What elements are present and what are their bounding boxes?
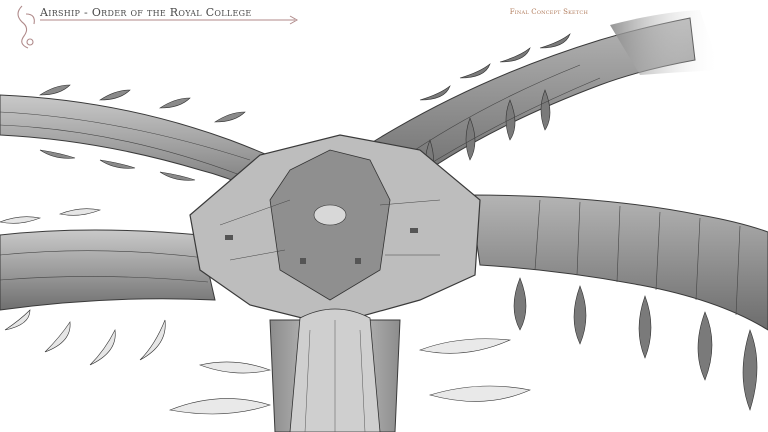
airship-illustration (0, 5, 768, 432)
flourish-ornament-icon (17, 5, 35, 49)
lower-fuselage (168, 308, 531, 432)
page-title: Airship - Order of the Royal College (40, 6, 252, 19)
right-arm (469, 194, 768, 411)
page-subtitle: Final Concept Sketch (509, 8, 588, 16)
lower-left-arm (0, 208, 216, 366)
